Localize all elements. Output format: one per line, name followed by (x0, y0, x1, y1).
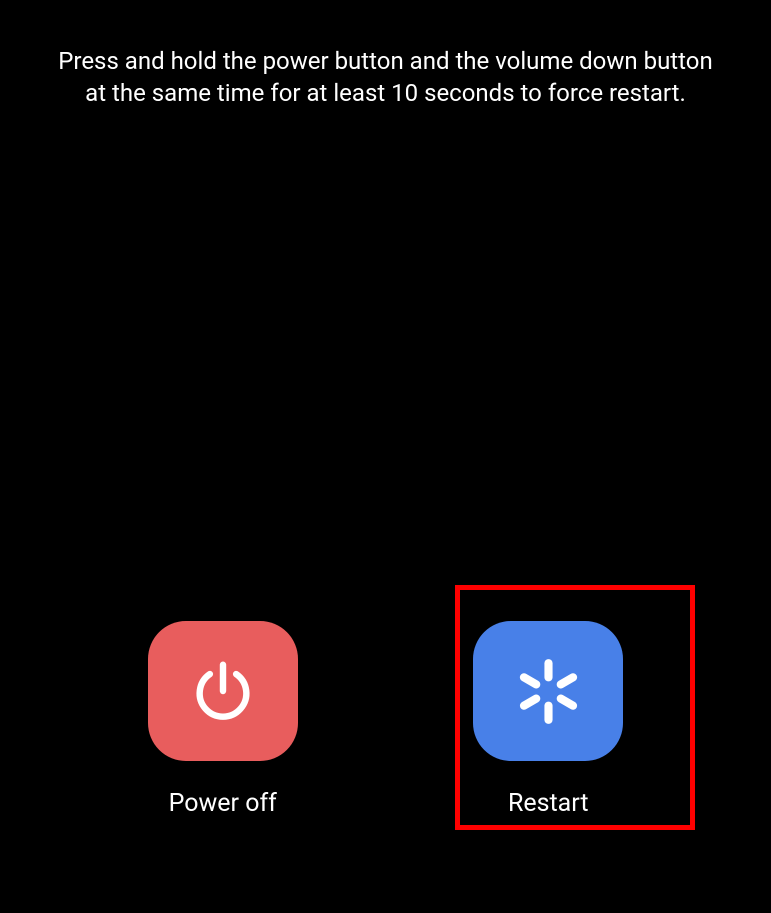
power-icon (188, 656, 258, 726)
restart-label: Restart (508, 789, 589, 818)
power-menu-buttons: Power off Restart (0, 621, 771, 818)
restart-spinner-icon (506, 649, 591, 734)
power-off-label: Power off (169, 789, 277, 818)
instruction-text: Press and hold the power button and the … (0, 45, 771, 110)
restart-group: Restart (473, 621, 623, 818)
restart-button[interactable] (473, 621, 623, 761)
power-off-button[interactable] (148, 621, 298, 761)
power-off-group: Power off (148, 621, 298, 818)
